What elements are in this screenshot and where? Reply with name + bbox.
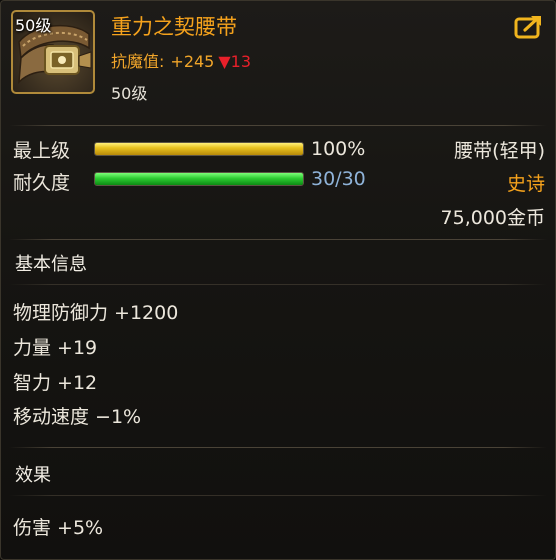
- divider: [9, 239, 547, 240]
- stat-intelligence: 智力 +12: [13, 372, 98, 394]
- stat-change-down: ▼13: [218, 52, 252, 71]
- item-price: 75,000金币: [440, 207, 545, 229]
- durability-value: 30/30: [311, 168, 366, 190]
- grade-bar: [94, 142, 304, 156]
- magic-resist-line: 抗魔值: +245 ▼13: [111, 48, 251, 72]
- grade-bar-fill: [95, 143, 303, 155]
- grade-value: 100%: [311, 138, 366, 160]
- stat-label: 抗魔值:: [111, 52, 165, 71]
- item-type: 腰带(轻甲): [454, 140, 545, 162]
- share-icon: [514, 16, 541, 39]
- share-button[interactable]: [514, 13, 544, 39]
- divider: [9, 125, 547, 126]
- stat-move-speed: 移动速度 −1%: [13, 406, 142, 428]
- stat-strength: 力量 +19: [13, 337, 98, 359]
- required-level: 50级: [111, 84, 148, 103]
- effect-title: 效果: [15, 465, 51, 486]
- basic-info-title: 基本信息: [15, 254, 87, 275]
- effect-damage: 伤害 +5%: [13, 517, 104, 539]
- item-tooltip: 50级 重力之契腰带 抗魔值: +245 ▼13 50级 最上级 100% 耐久度 …: [0, 0, 556, 560]
- divider: [9, 284, 547, 285]
- item-rarity: 史诗: [506, 173, 545, 195]
- item-level-badge: 50级: [15, 16, 52, 35]
- item-name: 重力之契腰带: [111, 15, 237, 39]
- durability-bar: [94, 172, 304, 186]
- grade-label: 最上级: [13, 140, 71, 162]
- divider: [9, 447, 547, 448]
- divider: [9, 495, 547, 496]
- durability-label: 耐久度: [13, 172, 71, 194]
- durability-bar-fill: [95, 173, 303, 185]
- stat-physical-defense: 物理防御力 +1200: [13, 302, 179, 324]
- stat-value: +245: [170, 52, 215, 71]
